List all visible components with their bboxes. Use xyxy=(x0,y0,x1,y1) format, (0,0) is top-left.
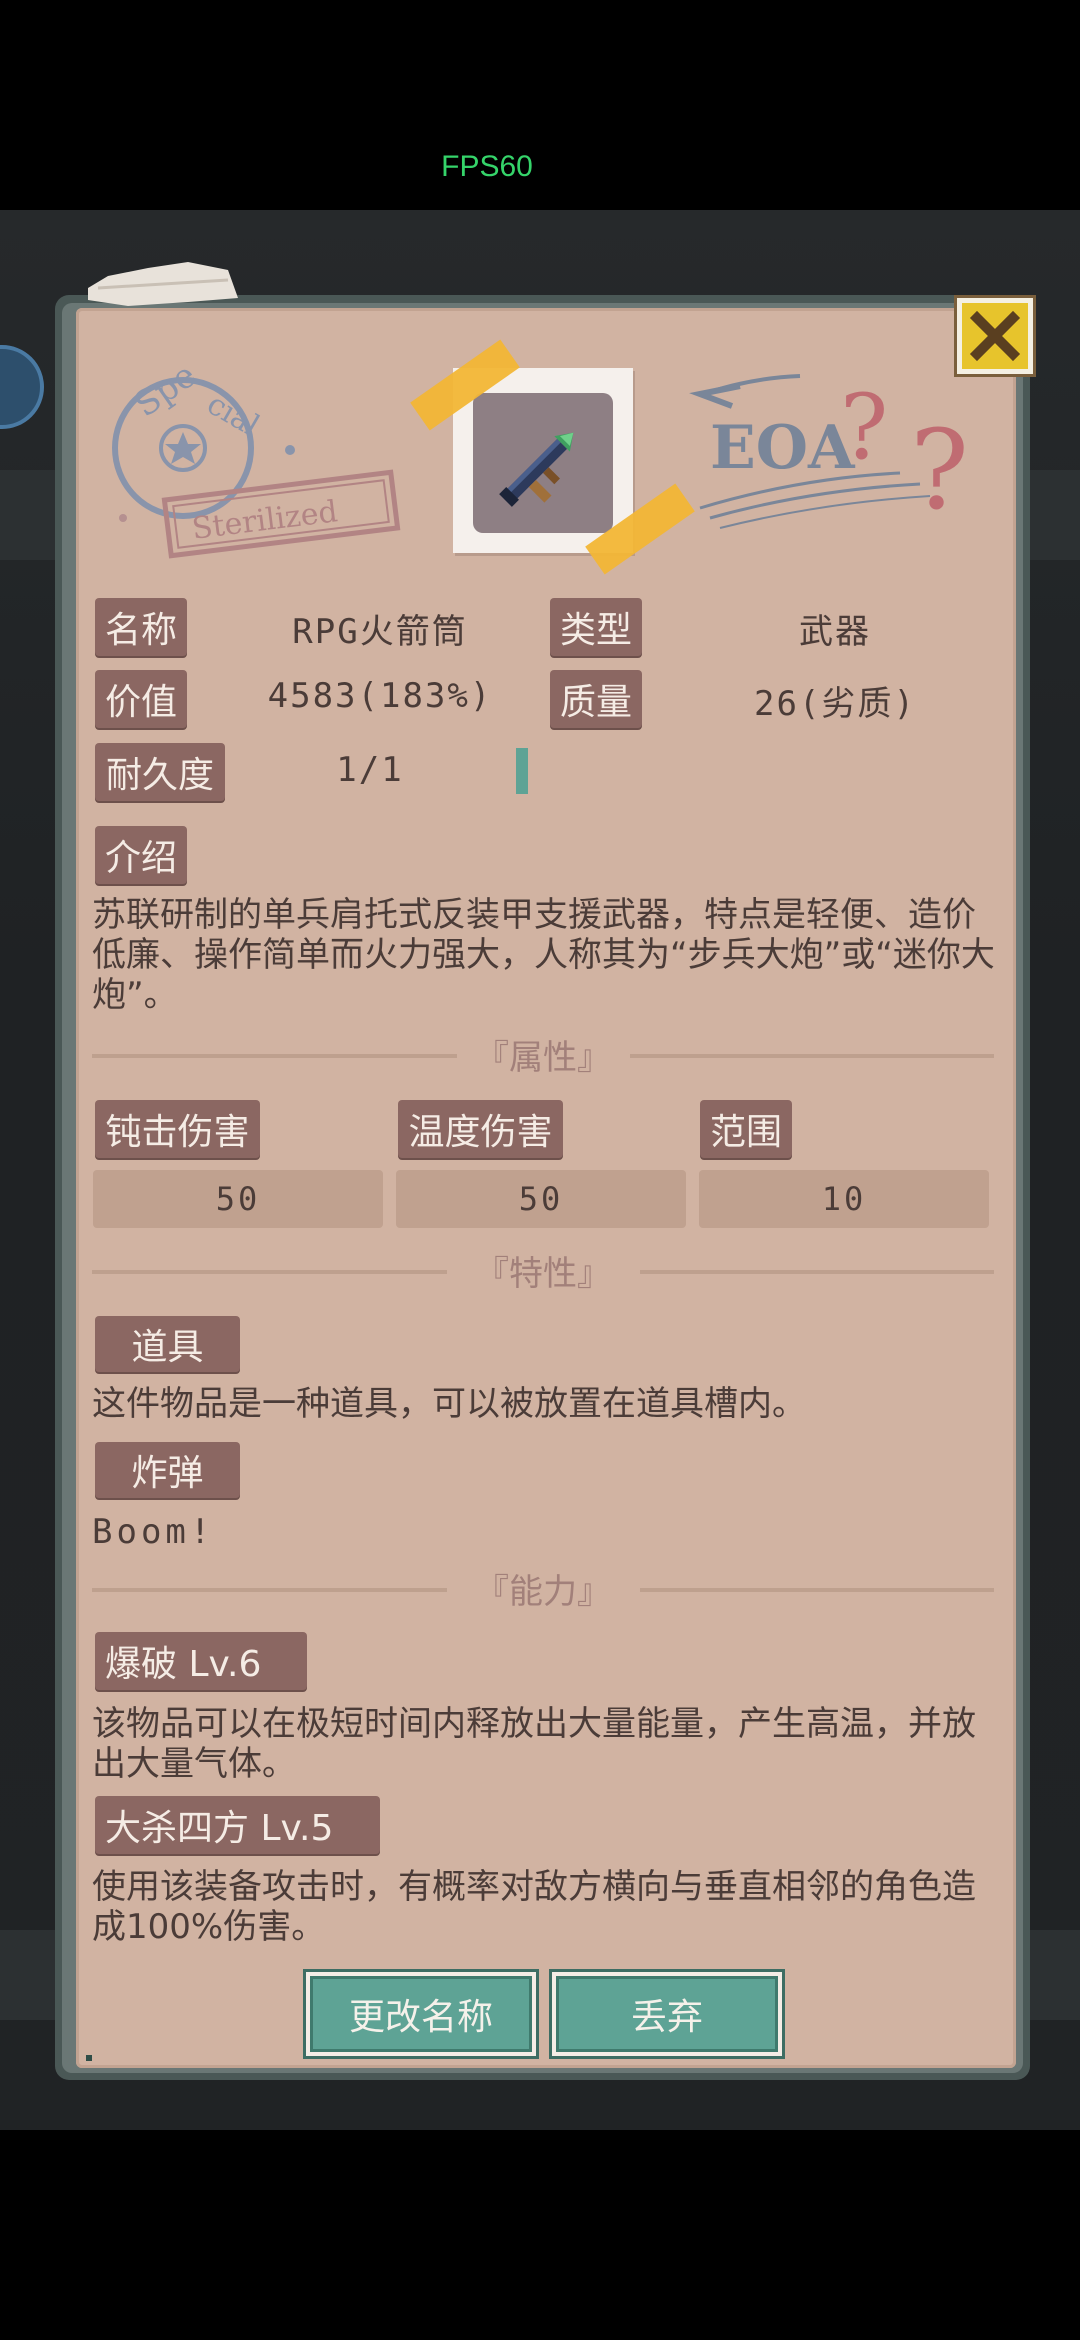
range-label: 范围 xyxy=(700,1100,792,1158)
abilities-title: 『能力』 xyxy=(475,1572,611,1612)
svg-text:?: ? xyxy=(910,406,969,534)
ability-blast-text: 该物品可以在极短时间内释放出大量能量，产生高温，并放出大量气体。 xyxy=(92,1704,976,1784)
ability-rampage-label: 大杀四方 Lv.5 xyxy=(95,1796,380,1854)
trait-bomb-text: Boom! xyxy=(92,1512,215,1552)
range-value: 10 xyxy=(699,1170,989,1228)
fps-counter: FPS60 xyxy=(441,150,533,183)
close-icon xyxy=(969,310,1021,362)
trait-tool-text: 这件物品是一种道具，可以被放置在道具槽内。 xyxy=(92,1384,806,1424)
intro-label: 介绍 xyxy=(95,826,187,884)
svg-text:EOA: EOA xyxy=(710,413,856,483)
name-label: 名称 xyxy=(95,598,187,656)
abilities-divider: 『能力』 xyxy=(92,1564,994,1616)
svg-text:cial: cial xyxy=(201,387,265,444)
quality-label: 质量 xyxy=(550,670,642,728)
discard-button[interactable]: 丢弃 xyxy=(552,1972,782,2056)
rename-button[interactable]: 更改名称 xyxy=(306,1972,536,2056)
type-value: 武器 xyxy=(799,612,871,652)
attributes-title: 『属性』 xyxy=(475,1038,611,1078)
name-value: RPG火箭筒 xyxy=(292,612,468,652)
type-label: 类型 xyxy=(550,598,642,656)
traits-title: 『特性』 xyxy=(475,1254,611,1294)
heat-damage-value: 50 xyxy=(396,1170,686,1228)
intro-text: 苏联研制的单兵肩托式反装甲支援武器，特点是轻便、造价低廉、操作简单而火力强大，人… xyxy=(92,895,995,1015)
durability-value: 1/1 xyxy=(336,750,404,790)
trait-tool-label: 道具 xyxy=(95,1316,240,1372)
paper-scrap-decoration xyxy=(88,262,238,306)
trait-bomb-label: 炸弹 xyxy=(95,1442,240,1498)
eoa-logo: EOA ? ? xyxy=(689,374,969,534)
svg-text:Spe: Spe xyxy=(127,368,203,425)
svg-text:?: ? xyxy=(840,375,888,480)
special-stamp-icon: Spe cial Sterilized xyxy=(112,368,401,559)
ability-rampage-text: 使用该装备攻击时，有概率对敌方横向与垂直相邻的角色造成100%伤害。 xyxy=(92,1867,976,1947)
ability-blast-label: 爆破 Lv.6 xyxy=(95,1632,307,1690)
price-value: 4583(183%) xyxy=(267,676,493,716)
heat-damage-label: 温度伤害 xyxy=(398,1100,563,1158)
attributes-divider: 『属性』 xyxy=(92,1030,994,1082)
durability-bar xyxy=(516,748,528,794)
blunt-damage-value: 50 xyxy=(93,1170,383,1228)
quality-value: 26(劣质) xyxy=(754,684,916,724)
traits-divider: 『特性』 xyxy=(92,1246,994,1298)
rpg-launcher-icon xyxy=(499,432,574,507)
panel-corner-marker xyxy=(86,2055,92,2061)
price-label: 价值 xyxy=(95,670,187,728)
blunt-damage-label: 钝击伤害 xyxy=(95,1100,260,1158)
durability-label: 耐久度 xyxy=(95,743,225,801)
